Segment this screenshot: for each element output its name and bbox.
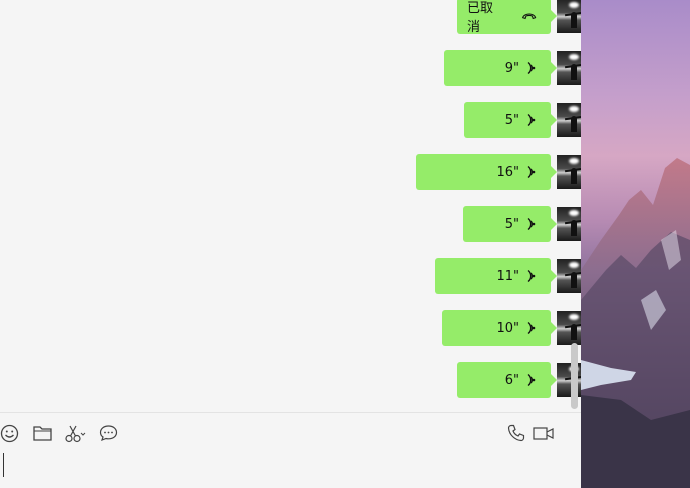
voice-wave-icon — [527, 61, 536, 75]
chat-bubble-icon[interactable] — [97, 422, 119, 444]
voice-message-bubble[interactable]: 5" — [463, 206, 581, 242]
avatar[interactable] — [557, 155, 581, 189]
voice-message-bubble[interactable]: 9" — [444, 50, 581, 86]
voice-wave-icon — [527, 113, 536, 127]
voice-wave-icon — [527, 269, 536, 283]
avatar[interactable] — [557, 207, 581, 241]
message-item: 16" — [416, 154, 581, 190]
voice-wave-icon — [527, 321, 536, 335]
message-item: 5" — [464, 102, 581, 138]
message-item: 11" — [435, 258, 581, 294]
voice-duration: 10" — [496, 320, 519, 336]
mountain-image — [581, 158, 690, 488]
message-item: 6" — [457, 362, 581, 398]
message-list[interactable]: 已取消 9" 5" 16" 5" 11" 10" 6" — [0, 0, 581, 412]
avatar[interactable] — [557, 259, 581, 293]
chat-pane: 已取消 9" 5" 16" 5" 11" 10" 6" — [0, 0, 581, 488]
input-toolbar — [0, 422, 581, 446]
folder-icon[interactable] — [31, 422, 53, 444]
message-item: 10" — [442, 310, 581, 346]
call-cancelled-bubble[interactable]: 已取消 — [457, 0, 581, 35]
voice-duration: 11" — [496, 268, 519, 284]
input-divider — [0, 412, 581, 413]
avatar[interactable] — [557, 311, 581, 345]
voice-message-bubble[interactable]: 6" — [457, 362, 581, 398]
avatar[interactable] — [557, 51, 581, 85]
desktop-wallpaper — [581, 0, 690, 488]
hangup-phone-icon — [521, 13, 537, 20]
voice-duration: 5" — [504, 112, 519, 128]
message-item: 已取消 — [457, 0, 581, 35]
voice-wave-icon — [527, 217, 536, 231]
message-item: 5" — [463, 206, 581, 242]
avatar[interactable] — [557, 0, 581, 33]
voice-message-bubble[interactable]: 5" — [464, 102, 581, 138]
voice-duration: 5" — [504, 216, 519, 232]
message-text: 已取消 — [467, 1, 494, 35]
message-input[interactable] — [0, 446, 581, 488]
voice-message-bubble[interactable]: 16" — [416, 154, 581, 190]
phone-icon[interactable] — [505, 422, 527, 444]
avatar[interactable] — [557, 103, 581, 137]
voice-duration: 6" — [504, 372, 519, 388]
voice-wave-icon — [527, 373, 536, 387]
voice-message-bubble[interactable]: 10" — [442, 310, 581, 346]
video-camera-icon[interactable] — [533, 422, 555, 444]
scissors-icon[interactable] — [64, 422, 86, 444]
scrollbar-thumb[interactable] — [571, 343, 578, 409]
emoji-icon[interactable] — [0, 422, 20, 444]
voice-wave-icon — [527, 165, 536, 179]
message-item: 9" — [444, 50, 581, 86]
voice-duration: 16" — [496, 164, 519, 180]
voice-message-bubble[interactable]: 11" — [435, 258, 581, 294]
voice-duration: 9" — [504, 60, 519, 76]
